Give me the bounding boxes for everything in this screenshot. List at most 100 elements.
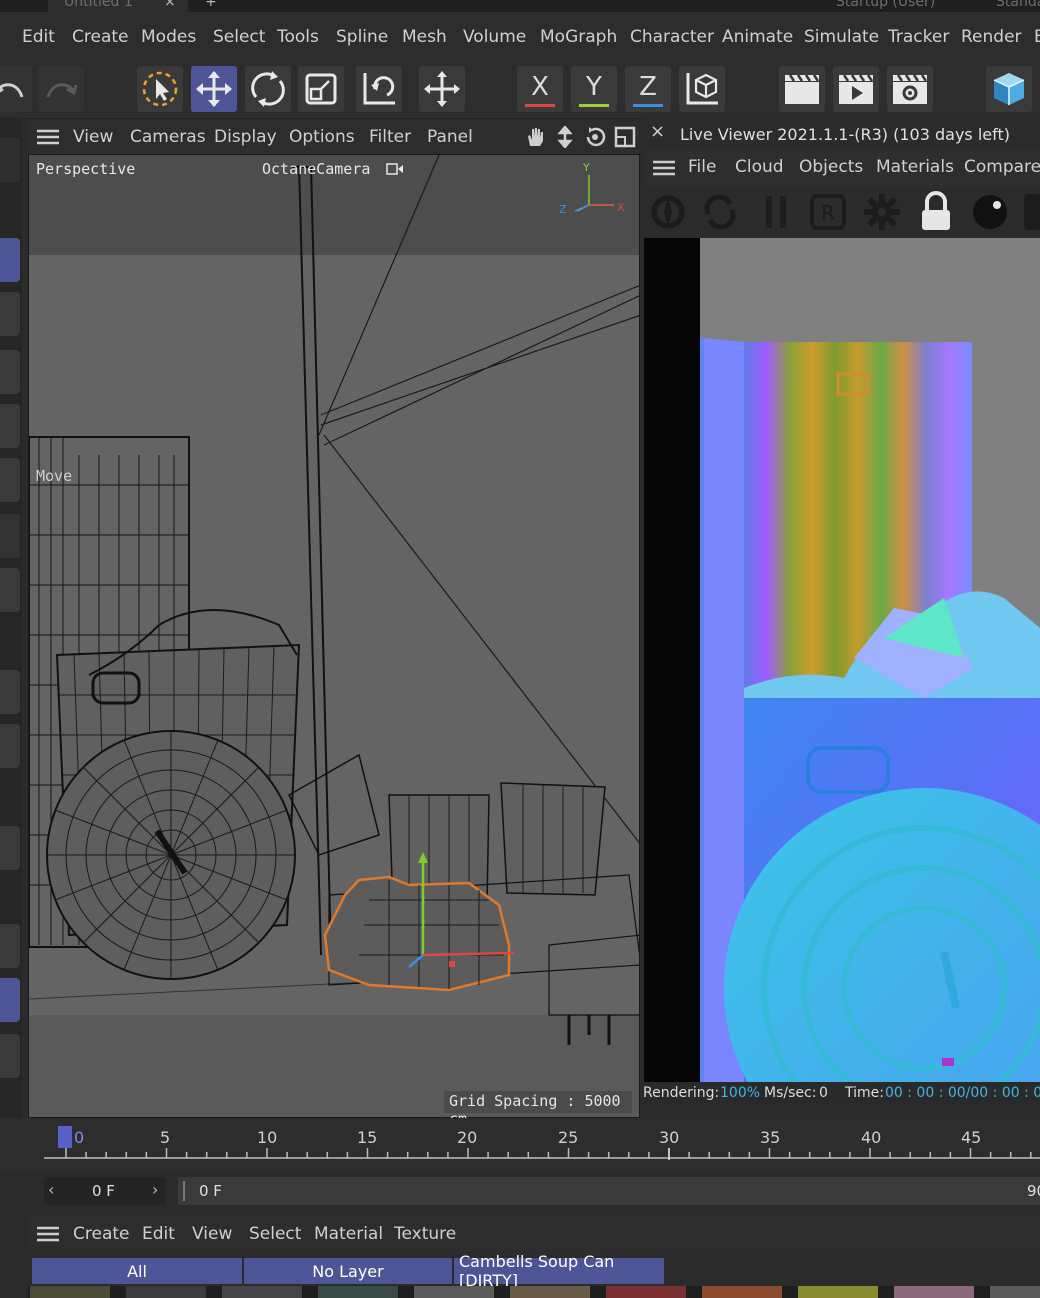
chevron-right-icon[interactable]: › bbox=[152, 1180, 158, 1199]
redo-button[interactable] bbox=[38, 66, 84, 112]
playhead-marker[interactable] bbox=[58, 1126, 72, 1148]
live-viewer-render-area[interactable] bbox=[644, 238, 1040, 1082]
make-editable-button[interactable] bbox=[0, 138, 20, 182]
model-mode-button[interactable] bbox=[0, 238, 20, 282]
dolly-icon[interactable] bbox=[554, 126, 576, 148]
send-scene-icon[interactable] bbox=[648, 192, 688, 232]
mm-menu-create[interactable]: Create bbox=[73, 1224, 130, 1244]
timeline-ruler[interactable]: 0 5 10 15 20 25 30 35 40 45 bbox=[0, 1118, 1040, 1172]
menu-animate[interactable]: Animate bbox=[722, 27, 793, 47]
layout-label[interactable]: Startup (User) bbox=[836, 0, 935, 10]
menu-mograph[interactable]: MoGraph bbox=[540, 27, 617, 47]
preview-range-slider[interactable]: 0 F 90 bbox=[178, 1177, 1040, 1205]
current-frame-field[interactable]: ‹ 0 F › bbox=[44, 1177, 166, 1205]
render-settings-gear-icon[interactable] bbox=[862, 192, 902, 232]
hamburger-icon[interactable] bbox=[37, 1226, 59, 1242]
material-swatch[interactable] bbox=[990, 1286, 1040, 1298]
tweak-mode-button[interactable] bbox=[0, 670, 20, 714]
lock-workplane-button[interactable] bbox=[0, 978, 20, 1022]
material-swatch[interactable] bbox=[414, 1286, 494, 1298]
mm-menu-select[interactable]: Select bbox=[249, 1224, 301, 1244]
camera-icon[interactable] bbox=[386, 162, 404, 176]
lv-menu-cloud[interactable]: Cloud bbox=[735, 157, 784, 177]
render-view-button[interactable] bbox=[779, 66, 825, 112]
move-button[interactable] bbox=[191, 66, 237, 112]
material-swatch[interactable] bbox=[126, 1286, 206, 1298]
pause-render-icon[interactable] bbox=[756, 192, 796, 232]
tab-no-layer[interactable]: No Layer bbox=[244, 1258, 452, 1284]
material-swatch[interactable] bbox=[222, 1286, 302, 1298]
rotate-button[interactable] bbox=[245, 66, 291, 112]
live-selection-button[interactable] bbox=[137, 66, 183, 112]
menu-volume[interactable]: Volume bbox=[463, 27, 526, 47]
menu-modes[interactable]: Modes bbox=[141, 27, 196, 47]
workplane-button[interactable] bbox=[0, 924, 20, 968]
z-axis-button[interactable]: Z bbox=[625, 66, 671, 112]
viewport-menu-filter[interactable]: Filter bbox=[369, 127, 411, 147]
viewport-menu-cameras[interactable]: Cameras bbox=[130, 127, 206, 147]
chevron-left-icon[interactable]: ‹ bbox=[48, 1180, 54, 1199]
orbit-icon[interactable] bbox=[584, 126, 606, 148]
material-swatch[interactable] bbox=[30, 1286, 110, 1298]
new-tab-icon[interactable]: + bbox=[205, 0, 217, 10]
hamburger-icon[interactable] bbox=[37, 129, 59, 145]
menu-overflow[interactable]: E bbox=[1034, 27, 1040, 47]
mm-menu-view[interactable]: View bbox=[192, 1224, 232, 1244]
overflow-tool-button[interactable] bbox=[1024, 194, 1040, 230]
transform-button[interactable] bbox=[419, 66, 465, 112]
close-panel-icon[interactable]: × bbox=[650, 121, 665, 142]
lock-icon[interactable] bbox=[916, 190, 956, 234]
viewport-camera-label[interactable]: OctaneCamera bbox=[262, 160, 370, 178]
material-swatch[interactable] bbox=[894, 1286, 974, 1298]
menu-select[interactable]: Select bbox=[213, 27, 265, 47]
layout-label-2[interactable]: Standa bbox=[996, 0, 1040, 10]
viewport-menu-panel[interactable]: Panel bbox=[427, 127, 473, 147]
tab-layer-soup-can[interactable]: Cambells Soup Can [DIRTY] bbox=[454, 1252, 664, 1290]
lv-menu-objects[interactable]: Objects bbox=[799, 157, 863, 177]
menu-spline[interactable]: Spline bbox=[336, 27, 388, 47]
texture-mode-button[interactable] bbox=[0, 292, 20, 336]
lv-menu-file[interactable]: File bbox=[688, 157, 716, 177]
solo-button[interactable] bbox=[0, 724, 20, 768]
menu-character[interactable]: Character bbox=[630, 27, 714, 47]
mm-menu-edit[interactable]: Edit bbox=[142, 1224, 175, 1244]
menu-render[interactable]: Render bbox=[961, 27, 1022, 47]
material-swatch[interactable] bbox=[702, 1286, 782, 1298]
material-swatch[interactable] bbox=[510, 1286, 590, 1298]
x-axis-button[interactable]: X bbox=[517, 66, 563, 112]
mm-menu-texture[interactable]: Texture bbox=[394, 1224, 456, 1244]
lv-menu-compare[interactable]: Compare bbox=[964, 157, 1040, 177]
hamburger-icon[interactable] bbox=[653, 160, 675, 176]
restart-render-icon[interactable] bbox=[700, 192, 740, 232]
range-start-handle[interactable] bbox=[183, 1181, 185, 1201]
scale-button[interactable] bbox=[298, 66, 344, 112]
polygons-mode-button[interactable] bbox=[0, 458, 20, 502]
menu-create[interactable]: Create bbox=[72, 27, 129, 47]
menu-tracker[interactable]: Tracker bbox=[888, 27, 949, 47]
axis-mode-button[interactable] bbox=[0, 568, 20, 612]
tab-all[interactable]: All bbox=[32, 1258, 242, 1284]
menu-simulate[interactable]: Simulate bbox=[804, 27, 879, 47]
viewport-projection-label[interactable]: Perspective bbox=[36, 160, 135, 178]
material-swatch[interactable] bbox=[318, 1286, 398, 1298]
perspective-viewport[interactable]: Y Z X bbox=[28, 154, 640, 1118]
region-render-icon[interactable]: R bbox=[808, 192, 848, 232]
pan-hand-icon[interactable] bbox=[524, 126, 546, 148]
menu-edit[interactable]: Edit bbox=[22, 27, 55, 47]
material-ball-icon[interactable] bbox=[970, 192, 1010, 232]
lv-menu-materials[interactable]: Materials bbox=[876, 157, 954, 177]
render-picture-viewer-button[interactable] bbox=[833, 66, 879, 112]
uv-mode-button[interactable] bbox=[0, 514, 20, 558]
render-settings-button[interactable] bbox=[887, 66, 933, 112]
menu-mesh[interactable]: Mesh bbox=[402, 27, 447, 47]
close-tab-icon[interactable]: × bbox=[164, 0, 176, 10]
snap-button[interactable] bbox=[0, 826, 20, 870]
recent-tool-button[interactable] bbox=[356, 66, 402, 112]
viewport-menu-display[interactable]: Display bbox=[214, 127, 277, 147]
viewport-menu-view[interactable]: View bbox=[73, 127, 113, 147]
points-mode-button[interactable] bbox=[0, 350, 20, 394]
y-axis-button[interactable]: Y bbox=[571, 66, 617, 112]
material-swatch[interactable] bbox=[606, 1286, 686, 1298]
planar-workplane-button[interactable] bbox=[0, 1034, 20, 1078]
coordinate-system-button[interactable] bbox=[679, 66, 725, 112]
